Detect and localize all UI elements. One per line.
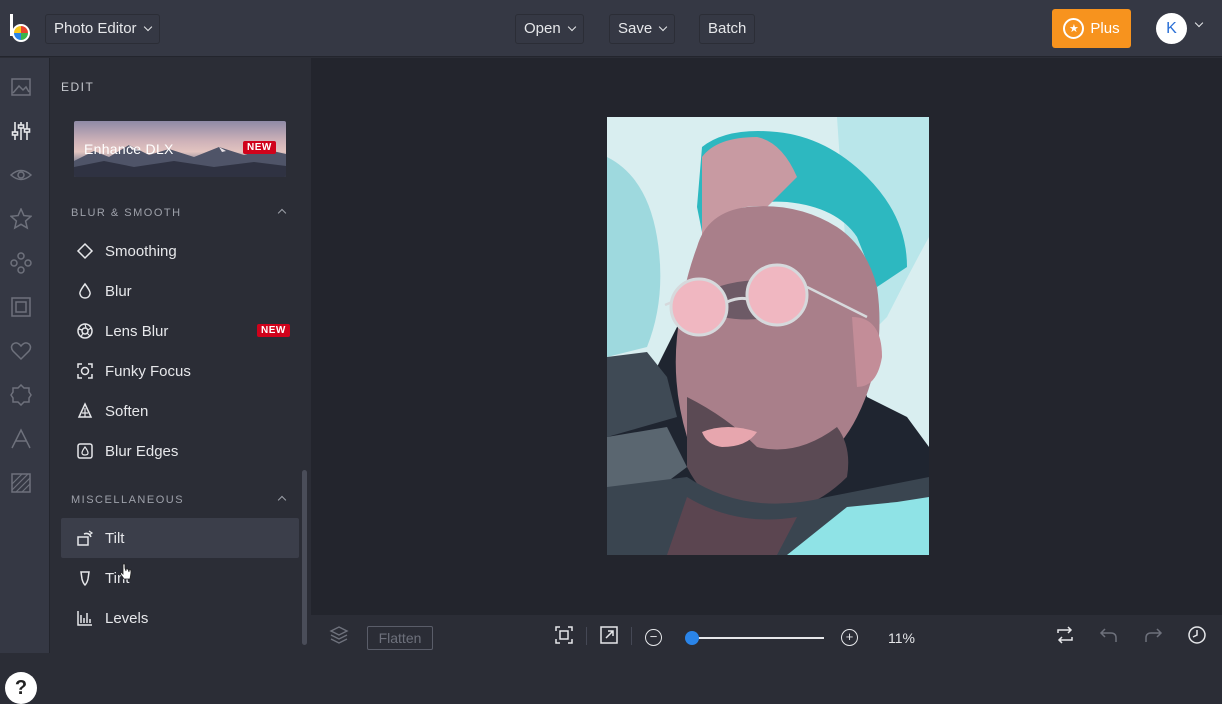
tool-tilt[interactable]: Tilt	[61, 518, 299, 558]
history-icon[interactable]	[1187, 625, 1207, 645]
section-title-blur-smooth[interactable]: BLUR & SMOOTH	[71, 207, 182, 219]
avatar[interactable]: K	[1156, 13, 1187, 44]
undo-icon[interactable]	[1099, 625, 1119, 645]
bottom-toolbar: Flatten − + 11%	[311, 614, 1222, 653]
circles-icon[interactable]	[10, 252, 32, 274]
chevron-down-icon	[567, 22, 576, 32]
tool-funky-focus[interactable]: Funky Focus	[61, 351, 299, 391]
frame-icon[interactable]	[10, 296, 32, 318]
tool-tint[interactable]: Tint	[61, 558, 299, 598]
focus-icon	[75, 361, 95, 381]
chevron-up-icon[interactable]	[277, 208, 287, 218]
enhance-dlx-banner[interactable]: Enhance DLX NEW	[74, 121, 286, 177]
soften-icon	[75, 401, 95, 421]
text-icon[interactable]	[10, 428, 32, 450]
save-label: Save	[618, 20, 653, 37]
plus-label: Plus	[1090, 20, 1120, 37]
badge-icon[interactable]	[10, 384, 32, 406]
zoom-in-button[interactable]: +	[841, 629, 858, 646]
zoom-slider[interactable]	[685, 631, 824, 645]
tool-soften[interactable]: Soften	[61, 391, 299, 431]
tool-label: Tilt	[105, 529, 125, 547]
flatten-button[interactable]: Flatten	[367, 626, 433, 650]
section-title-miscellaneous[interactable]: MISCELLANEOUS	[71, 494, 184, 506]
tool-label: Soften	[105, 402, 149, 420]
tool-label: Levels	[105, 609, 149, 627]
open-button[interactable]: Open	[515, 14, 584, 44]
star-icon[interactable]	[10, 208, 32, 230]
levels-icon	[75, 608, 95, 628]
top-bar: Photo Editor Open Save Batch ★ Plus K	[0, 0, 1222, 57]
photo-image[interactable]	[607, 117, 929, 555]
swap-icon[interactable]	[1055, 625, 1075, 645]
plus-upgrade-button[interactable]: ★ Plus	[1052, 9, 1131, 48]
tool-label: Blur Edges	[105, 442, 179, 460]
chevron-down-icon	[658, 22, 668, 32]
sliders-icon[interactable]	[10, 120, 32, 142]
chevron-up-icon[interactable]	[277, 495, 287, 505]
chevron-down-icon[interactable]	[1194, 18, 1204, 28]
divider	[631, 627, 632, 645]
edit-panel: EDIT Enhance DLX NEW BLUR & SMOOTH Smoot…	[50, 58, 311, 653]
chevron-down-icon	[143, 22, 152, 32]
tool-lens-blur[interactable]: Lens Blur NEW	[61, 311, 299, 351]
tool-label: Blur	[105, 282, 132, 300]
app-menu-label: Photo Editor	[54, 20, 137, 37]
enhance-dlx-label: Enhance DLX	[84, 141, 174, 157]
batch-label: Batch	[708, 20, 747, 37]
eye-icon[interactable]	[10, 164, 32, 186]
tool-levels[interactable]: Levels	[61, 598, 299, 638]
divider	[586, 627, 587, 645]
diamond-icon	[75, 241, 95, 261]
tool-label: Funky Focus	[105, 362, 191, 380]
tool-label: Smoothing	[105, 242, 177, 260]
layers-icon[interactable]	[329, 625, 349, 645]
cursor-hand-icon	[120, 563, 132, 580]
tool-smoothing[interactable]: Smoothing	[61, 231, 299, 271]
tilt-icon	[75, 528, 95, 548]
expand-icon[interactable]	[599, 625, 619, 645]
fit-screen-icon[interactable]	[554, 625, 574, 645]
aperture-icon	[75, 321, 95, 341]
tint-icon	[75, 568, 95, 588]
open-label: Open	[524, 20, 561, 37]
panel-title: EDIT	[61, 80, 95, 94]
app-menu-button[interactable]: Photo Editor	[45, 14, 160, 44]
batch-button[interactable]: Batch	[699, 14, 756, 44]
panel-scrollbar[interactable]	[302, 470, 307, 645]
zoom-slider-thumb[interactable]	[685, 631, 699, 645]
new-badge: NEW	[243, 141, 276, 154]
new-badge: NEW	[257, 324, 290, 337]
save-button[interactable]: Save	[609, 14, 676, 44]
blur-edges-icon	[75, 441, 95, 461]
tool-blur[interactable]: Blur	[61, 271, 299, 311]
tool-blur-edges[interactable]: Blur Edges	[61, 431, 299, 471]
befunky-logo[interactable]	[7, 12, 35, 46]
zoom-value: 11%	[888, 630, 915, 646]
tool-rail: ?	[0, 58, 50, 704]
heart-icon[interactable]	[10, 340, 32, 362]
help-button[interactable]: ?	[5, 672, 37, 704]
image-icon[interactable]	[10, 76, 32, 98]
redo-icon[interactable]	[1143, 625, 1163, 645]
zoom-out-button[interactable]: −	[645, 629, 662, 646]
tool-label: Lens Blur	[105, 322, 169, 340]
drop-icon	[75, 281, 95, 301]
texture-icon[interactable]	[10, 472, 32, 494]
star-icon: ★	[1063, 18, 1085, 39]
